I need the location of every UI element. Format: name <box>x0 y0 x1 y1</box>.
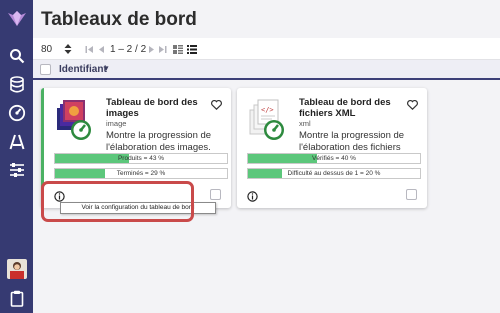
list-view-icon[interactable] <box>187 38 197 60</box>
road-icon[interactable] <box>0 128 33 156</box>
favorite-heart-icon[interactable] <box>211 97 222 115</box>
progress-label: Vérifiés = 40 % <box>312 155 356 162</box>
progress-bar: Produits = 43 % <box>54 153 228 164</box>
card-title: Tableau de bord des fichiers XML <box>299 97 391 119</box>
favorite-heart-icon[interactable] <box>407 97 418 115</box>
progress-label: Produits = 43 % <box>117 155 165 162</box>
images-dashboard-icon <box>55 98 95 142</box>
svg-text:</>: </> <box>261 106 274 114</box>
select-all-checkbox[interactable] <box>40 64 51 75</box>
toolbar: 80 1 – 2 / 2 <box>33 38 500 60</box>
prev-page-icon[interactable] <box>98 38 105 60</box>
page-title: Tableaux de bord <box>41 9 197 30</box>
progress-bar: Difficulté au dessus de 1 = 20 % <box>247 168 421 179</box>
sort-caret-icon[interactable]: ▾ <box>104 63 109 74</box>
progress-label: Difficulté au dessus de 1 = 20 % <box>287 170 381 177</box>
sliders-icon[interactable] <box>0 156 33 184</box>
sort-column-label[interactable]: Identifiant <box>59 64 107 75</box>
page-size-stepper-icon[interactable] <box>64 38 72 60</box>
progress-label: Terminés = 29 % <box>116 170 166 177</box>
card-select-checkbox[interactable] <box>210 189 221 200</box>
progress-bar: Terminés = 29 % <box>54 168 228 179</box>
last-page-icon[interactable] <box>158 38 167 60</box>
sidebar <box>0 0 33 313</box>
first-page-icon[interactable] <box>85 38 94 60</box>
user-avatar[interactable] <box>0 255 33 283</box>
card-subtitle: xml <box>299 119 311 128</box>
card-description: Montre la progression de l'élaboration d… <box>106 130 212 153</box>
progress-bar: Vérifiés = 40 % <box>247 153 421 164</box>
card-subtitle: image <box>106 119 127 128</box>
header: Tableaux de bord <box>33 0 500 38</box>
highlight-box <box>41 181 194 222</box>
card-title: Tableau de bord des images <box>106 97 198 119</box>
database-icon[interactable] <box>0 70 33 98</box>
dashboard-gauge-icon[interactable] <box>0 99 33 127</box>
card-select-checkbox[interactable] <box>406 189 417 200</box>
xml-dashboard-icon: </> <box>248 98 288 142</box>
column-header: Identifiant ▾ <box>33 60 500 80</box>
logo-icon[interactable] <box>0 5 33 33</box>
clipboard-icon[interactable] <box>0 284 33 312</box>
next-page-icon[interactable] <box>148 38 155 60</box>
page-size-value[interactable]: 80 <box>41 38 52 60</box>
info-icon[interactable] <box>247 189 258 207</box>
pagination-label: 1 – 2 / 2 <box>110 43 147 55</box>
dashboard-card[interactable]: </> Tableau de bord des fichiers XML xml… <box>237 88 427 208</box>
search-icon[interactable] <box>0 42 33 70</box>
grid-view-icon[interactable] <box>173 38 183 60</box>
